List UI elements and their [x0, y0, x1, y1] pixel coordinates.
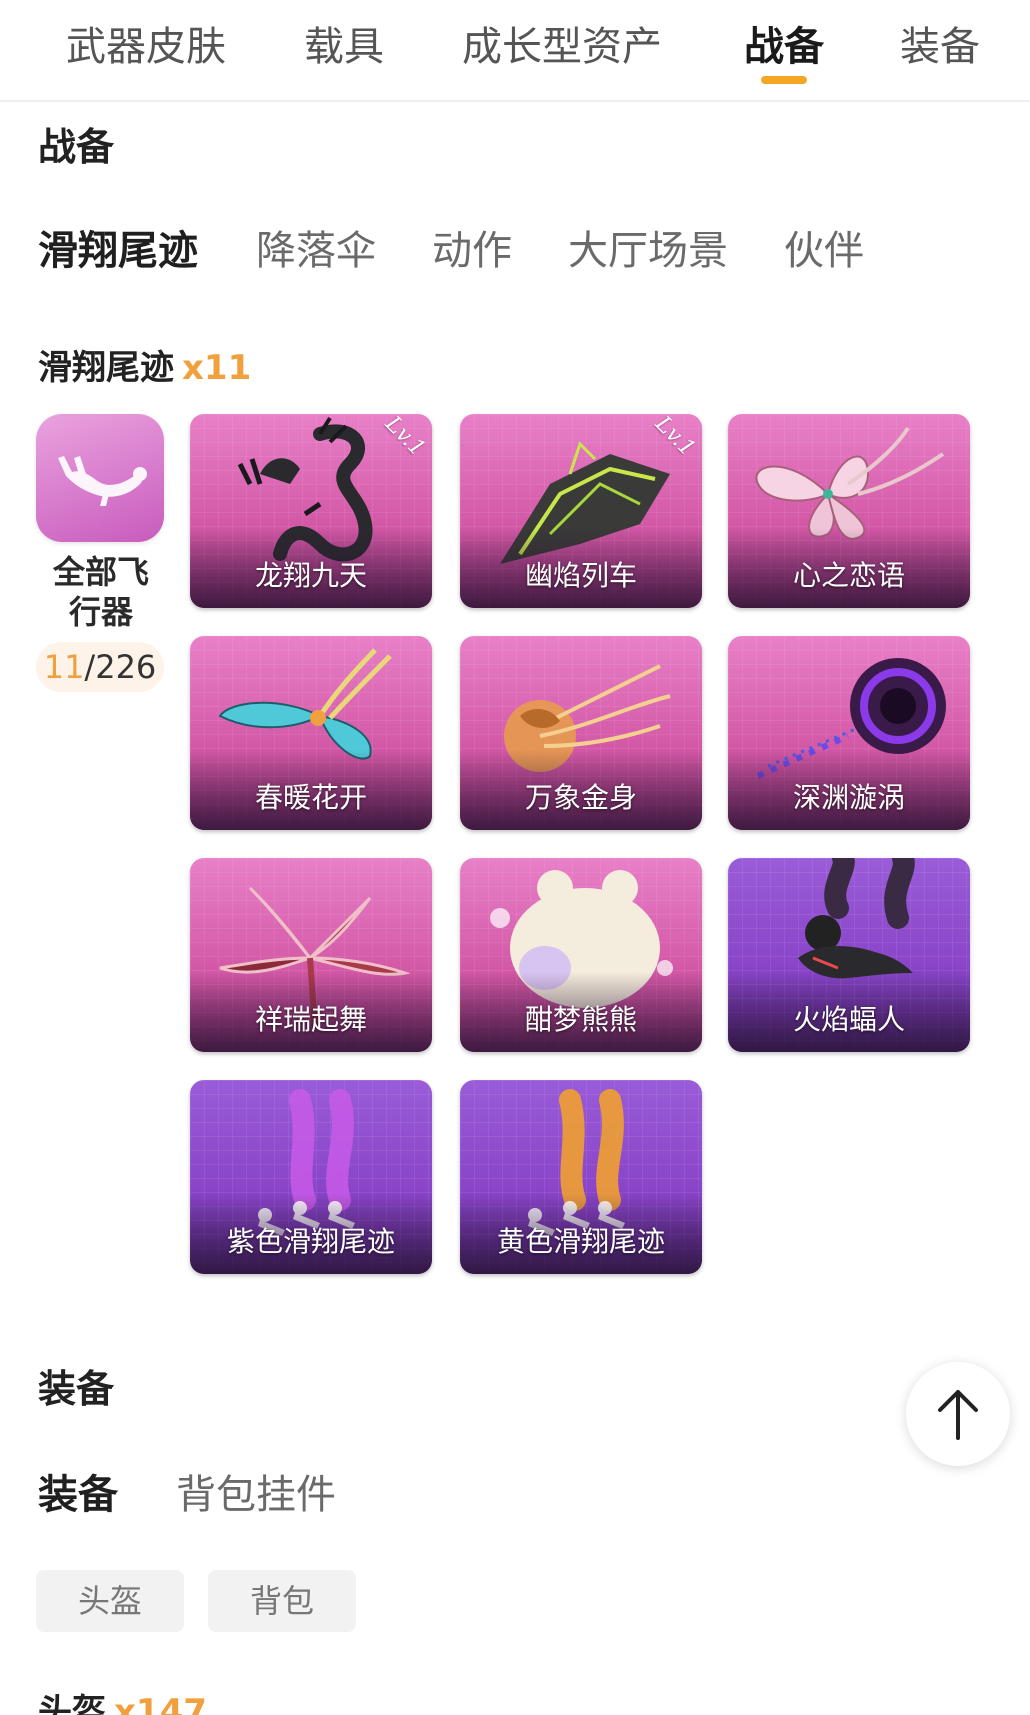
category-all-aircraft[interactable]: [36, 414, 164, 542]
active-tab-indicator: [761, 76, 807, 84]
subtab-emote[interactable]: 动作: [432, 218, 512, 276]
tab-gear-prep-label: 战备: [744, 24, 824, 70]
item-name: 酣梦熊熊: [524, 1003, 637, 1036]
level-badge-text: Lv.1: [650, 414, 700, 462]
level-badge: Lv.1: [366, 414, 432, 480]
item-card[interactable]: 火焰蝠人: [728, 858, 970, 1052]
level-badge: Lv.1: [636, 414, 702, 480]
item-card[interactable]: 万象金身: [460, 636, 702, 830]
item-name: 幽焰列车: [524, 559, 637, 592]
list-count-helmet: x147: [114, 1692, 207, 1715]
level-badge-text: Lv.1: [380, 414, 430, 462]
top-tab-bar: 武器皮肤 载具 成长型资产 战备 装备: [0, 0, 1030, 102]
subtab-lobby-scene[interactable]: 大厅场景: [568, 218, 728, 276]
chip-backpack[interactable]: 背包: [208, 1570, 356, 1632]
item-name: 万象金身: [524, 781, 637, 814]
category-label-line2: 行器: [68, 593, 133, 631]
category-owned-count: 11: [43, 648, 85, 686]
section-title-equipment: 装备: [38, 1367, 115, 1411]
item-name: 春暖花开: [254, 781, 367, 814]
subtab-equipment[interactable]: 装备: [38, 1462, 118, 1520]
item-card[interactable]: 酣梦熊熊: [460, 858, 702, 1052]
item-card[interactable]: 心之恋语: [728, 414, 970, 608]
skydiver-icon: [58, 456, 147, 506]
section-title-gear-prep: 战备: [38, 125, 115, 169]
tab-weapon-skins[interactable]: 武器皮肤: [66, 14, 226, 72]
subtab-parachute[interactable]: 降落伞: [256, 218, 376, 276]
item-name: 紫色滑翔尾迹: [226, 1225, 395, 1258]
category-total-count: /226: [84, 648, 157, 686]
list-count: x11: [182, 348, 252, 388]
item-card[interactable]: 深渊漩涡: [728, 636, 970, 830]
category-label-line1: 全部飞: [52, 553, 149, 591]
item-name: 祥瑞起舞: [254, 1003, 367, 1036]
list-title-label: 滑翔尾迹: [38, 348, 174, 388]
item-name: 心之恋语: [792, 559, 905, 592]
subtab-glide-trail[interactable]: 滑翔尾迹: [38, 218, 198, 276]
chip-helmet[interactable]: 头盔: [36, 1570, 184, 1632]
subtab-backpack-pendant[interactable]: 背包挂件: [176, 1462, 336, 1520]
item-card[interactable]: 春暖花开: [190, 636, 432, 830]
item-card[interactable]: 黄色滑翔尾迹: [460, 1080, 702, 1274]
item-name: 深渊漩涡: [792, 781, 905, 814]
item-card[interactable]: Lv.1 龙翔九天: [190, 414, 432, 608]
item-name: 火焰蝠人: [792, 1003, 905, 1036]
subtab-companion[interactable]: 伙伴: [784, 218, 864, 276]
list-title-helmet: 头盔 x147: [38, 1684, 207, 1715]
category-count-badge: 11/226: [36, 642, 164, 692]
tab-growth-assets[interactable]: 成长型资产: [462, 14, 662, 72]
list-title: 滑翔尾迹 x11: [38, 340, 251, 389]
arrow-up-icon: [938, 1390, 978, 1440]
item-name: 龙翔九天: [254, 559, 367, 592]
item-card[interactable]: 紫色滑翔尾迹: [190, 1080, 432, 1274]
scroll-to-top-button[interactable]: [906, 1362, 1010, 1466]
item-card[interactable]: 祥瑞起舞: [190, 858, 432, 1052]
category-label: 全部飞 行器: [38, 552, 164, 632]
item-name: 黄色滑翔尾迹: [496, 1225, 665, 1258]
item-card[interactable]: Lv.1 幽焰列车: [460, 414, 702, 608]
list-title-helmet-label: 头盔: [38, 1692, 106, 1715]
tab-vehicles[interactable]: 载具: [304, 14, 384, 72]
tab-gear-prep[interactable]: 战备: [744, 14, 824, 84]
tab-equipment[interactable]: 装备: [900, 14, 980, 72]
